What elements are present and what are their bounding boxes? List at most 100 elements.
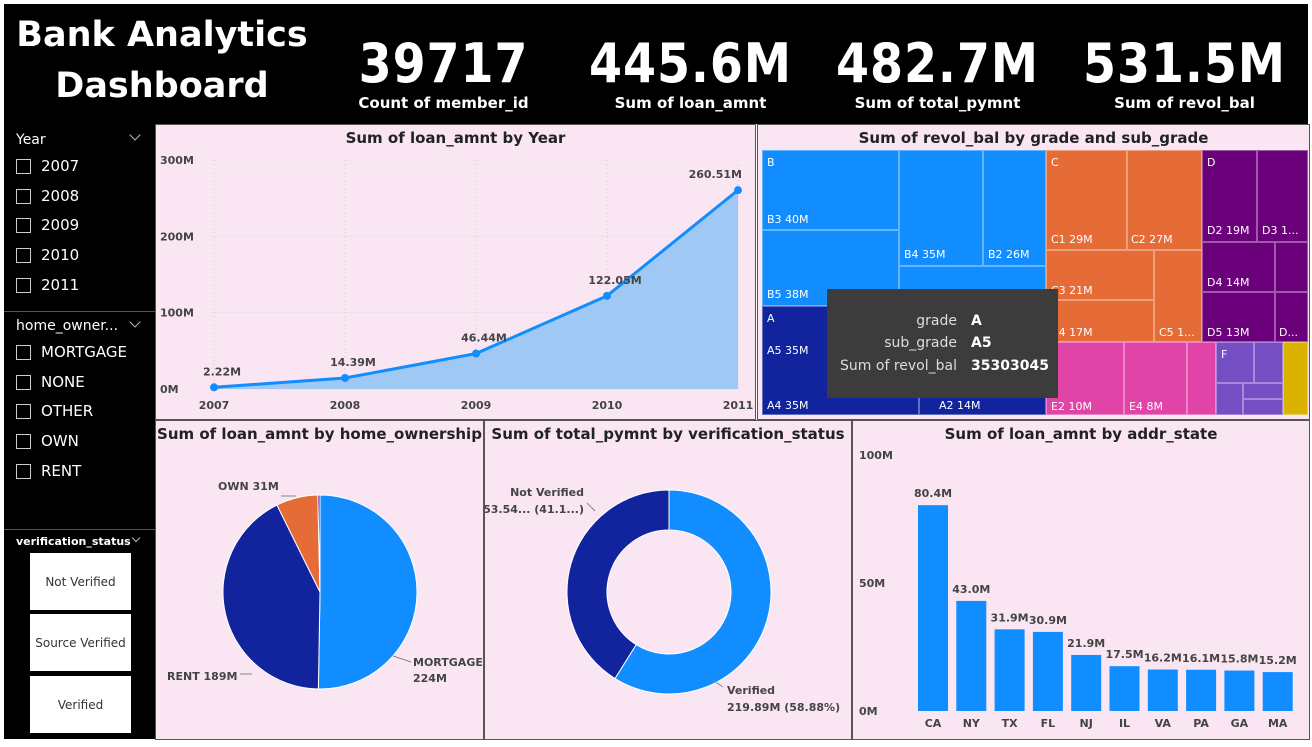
treemap-label: B2 26M (988, 248, 1030, 261)
data-label: 14.39M (330, 356, 376, 369)
data-label: 219.89M (58.88%) (727, 701, 840, 714)
x-tick-label: 2009 (461, 399, 492, 412)
home-option-other[interactable]: OTHER (16, 402, 93, 420)
treemap-cell-f2[interactable] (1254, 342, 1283, 383)
y-tick-label: 50M (859, 577, 885, 590)
checkbox-icon[interactable] (16, 344, 31, 360)
home-option-none[interactable]: NONE (16, 373, 85, 391)
option-label: 2007 (41, 157, 80, 175)
kpi-card-total-payment[interactable]: 482.7M Sum of total_pymnt (814, 4, 1061, 124)
data-point (341, 374, 349, 383)
year-option-2009[interactable]: 2009 (16, 216, 79, 234)
tooltip-key: grade (916, 313, 957, 329)
kpi-label: Count of member_id (358, 94, 529, 112)
option-label: 2008 (41, 187, 80, 205)
data-label: 15.8M (1220, 653, 1258, 666)
checkbox-icon[interactable] (16, 463, 31, 479)
checkbox-icon[interactable] (16, 188, 31, 204)
treemap-tooltip: grade A sub_grade A5 Sum of revol_bal 35303… (827, 289, 1058, 398)
checkbox-icon[interactable] (16, 433, 31, 449)
divider (4, 311, 155, 312)
data-label: 260.51M (689, 168, 742, 181)
option-label: RENT (41, 462, 82, 480)
chevron-down-icon[interactable] (129, 129, 141, 141)
kpi-card-revolving-balance[interactable]: 531.5M Sum of revol_bal (1061, 4, 1308, 124)
checkbox-icon[interactable] (16, 403, 31, 419)
year-option-2010[interactable]: 2010 (16, 246, 79, 264)
treemap-label: B (767, 156, 775, 169)
bar-chart: 0M 50M 100M 80.4M CA 43.0M NY 31.9M TX 30.9M FL 21.… (859, 449, 1297, 730)
treemap-cell-f3[interactable] (1216, 383, 1243, 415)
data-label: Not Verified (510, 486, 584, 499)
verification-button-not-verified[interactable]: Not Verified (30, 553, 131, 610)
home-option-mortgage[interactable]: MORTGAGE (16, 343, 127, 361)
home-option-rent[interactable]: RENT (16, 462, 81, 480)
checkbox-icon[interactable] (16, 277, 31, 293)
chevron-down-icon[interactable] (131, 533, 141, 543)
leader-line (392, 655, 412, 663)
data-label: 46.44M (461, 332, 507, 345)
data-point (603, 291, 611, 300)
bar-ga (1224, 670, 1255, 711)
title-line-2: Dashboard (55, 66, 269, 106)
loan-by-home-ownership-visual[interactable]: Sum of loan_amnt by home_ownership OWN 3… (155, 420, 484, 740)
treemap-label: D5 13M (1207, 326, 1250, 339)
x-tick-label: TX (1002, 717, 1019, 730)
checkbox-icon[interactable] (16, 247, 31, 263)
verification-button-verified[interactable]: Verified (30, 676, 131, 733)
treemap-label: D... (1279, 326, 1298, 339)
data-label: MORTGAGE (413, 656, 483, 669)
treemap-label: B4 35M (904, 248, 946, 261)
treemap-cell-e-other[interactable] (1187, 342, 1216, 415)
kpi-value: 39717 (358, 32, 529, 95)
loan-by-year-visual[interactable]: Sum of loan_amnt by Year 0M 100M 200M 300M 2… (155, 124, 756, 420)
year-slicer-title: Year (16, 132, 46, 148)
area-fill (214, 190, 738, 389)
x-tick-label: 2007 (199, 399, 230, 412)
bar-fl (1032, 631, 1063, 711)
bar-il (1109, 666, 1140, 711)
year-option-2008[interactable]: 2008 (16, 187, 79, 205)
kpi-card-member-count[interactable]: 39717 Count of member_id (320, 4, 567, 124)
payment-by-verification-visual[interactable]: Sum of total_pymnt by verification_statu… (484, 420, 852, 740)
x-tick-label: CA (925, 717, 942, 730)
treemap-cell-f4[interactable] (1243, 383, 1283, 399)
pie-chart: OWN 31M RENT 189M MORTGAGE 224M (167, 480, 483, 690)
data-label: 16.1M (1182, 652, 1220, 665)
verification-button-source-verified[interactable]: Source Verified (30, 614, 131, 671)
data-label: Verified (727, 684, 775, 697)
data-label: 224M (413, 672, 447, 685)
x-tick-label: PA (1193, 717, 1209, 730)
data-label: 80.4M (914, 487, 952, 500)
treemap-label: A4 35M (767, 399, 809, 412)
data-point (734, 186, 742, 195)
kpi-card-loan-amount[interactable]: 445.6M Sum of loan_amnt (567, 4, 814, 124)
chevron-down-icon[interactable] (129, 316, 141, 328)
treemap-cell-g[interactable] (1283, 342, 1308, 415)
year-option-2007[interactable]: 2007 (16, 157, 79, 175)
bar-pa (1186, 669, 1217, 711)
y-tick-label: 0M (859, 705, 878, 718)
checkbox-icon[interactable] (16, 158, 31, 174)
data-label: 15.2M (1259, 654, 1297, 667)
filter-panel: Year 2007 2008 2009 2010 2011 home_owner… (4, 124, 155, 739)
home-option-own[interactable]: OWN (16, 432, 79, 450)
treemap-cell-f5[interactable] (1243, 399, 1283, 415)
treemap-cell-d1[interactable] (1275, 242, 1308, 292)
line-chart: 0M 100M 200M 300M 2007 2008 2009 2010 2011 2.22M 1… (160, 154, 754, 412)
y-tick-label: 200M (160, 230, 194, 243)
treemap-label: C1 29M (1051, 233, 1093, 246)
kpi-label: Sum of total_pymnt (854, 94, 1021, 112)
year-option-2011[interactable]: 2011 (16, 276, 79, 294)
loan-by-state-visual[interactable]: Sum of loan_amnt by addr_state 0M 50M 100M… (852, 420, 1310, 740)
checkbox-icon[interactable] (16, 374, 31, 390)
kpi-label: Sum of loan_amnt (614, 94, 767, 112)
bar-va (1147, 669, 1178, 711)
treemap-label: B5 38M (767, 288, 809, 301)
x-tick-label: 2011 (723, 399, 754, 412)
data-label: 17.5M (1105, 648, 1143, 661)
tooltip-key: Sum of revol_bal (840, 358, 957, 374)
checkbox-icon[interactable] (16, 217, 31, 233)
option-label: MORTGAGE (41, 343, 127, 361)
kpi-value: 445.6M (589, 32, 792, 95)
